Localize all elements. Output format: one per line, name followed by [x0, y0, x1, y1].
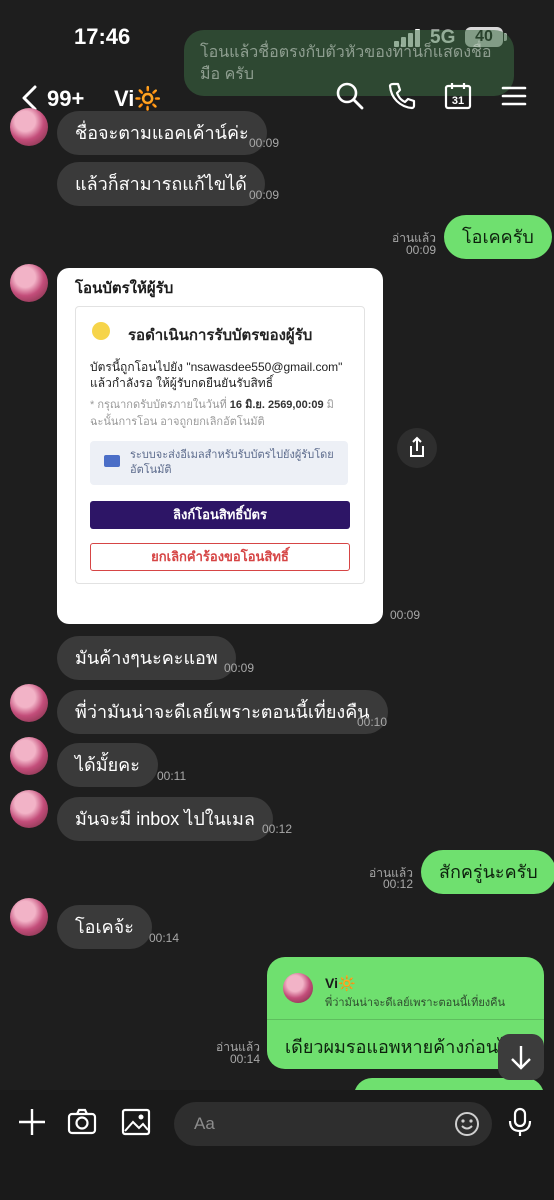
card-note: * กรุณากดรับบัตรภายในวันที่ 16 มิ.ย. 256… — [90, 397, 352, 431]
message-time: 00:12 — [262, 822, 293, 836]
quoted-name: Vi🔆 — [325, 975, 356, 991]
message-input[interactable]: Aa — [174, 1102, 492, 1146]
card-description: บัตรนี้ถูกโอนไปยัง "nsawasdee550@gmail.c… — [90, 360, 343, 390]
svg-text:31: 31 — [452, 95, 464, 107]
mail-icon — [104, 455, 120, 467]
transfer-card[interactable]: โอนบัตรให้ผู้รับ รอดำเนินการรับบัตรของผู… — [57, 268, 383, 624]
message-bubble[interactable]: ชื่อจะตามแอคเค้าน์ค่ะ — [57, 111, 267, 155]
card-status-title: รอดำเนินการรับบัตรของผู้รับ — [128, 327, 313, 344]
avatar[interactable] — [10, 264, 48, 302]
card-panel: รอดำเนินการรับบัตรของผู้รับ บัตรนี้ถูกโอ… — [75, 306, 365, 584]
message-bubble[interactable]: มันค้างๆนะคะแอพ — [57, 636, 236, 680]
message-time: 00:09 — [249, 136, 280, 150]
avatar[interactable] — [10, 108, 48, 146]
message-time: 00:12 — [382, 877, 413, 891]
microphone-icon[interactable] — [504, 1106, 536, 1138]
avatar[interactable] — [10, 898, 48, 936]
camera-icon[interactable] — [66, 1106, 98, 1138]
reply-text: เดียวผมรอแอพหายค้างก่อนได้ — [285, 1037, 519, 1057]
mail-notice: ระบบจะส่งอีเมลสำหรับรับบัตรไปยังผู้รับโด… — [90, 441, 348, 485]
message-bubble[interactable]: มันจะมี inbox ไปในเมล — [57, 797, 273, 841]
plus-icon[interactable] — [16, 1106, 48, 1138]
clock-icon — [92, 322, 110, 340]
card-title: โอนบัตรให้ผู้รับ — [75, 280, 174, 297]
quoted-avatar — [283, 973, 313, 1003]
message-bubble[interactable]: ได้มั้ยคะ — [57, 743, 158, 787]
phone-icon[interactable] — [386, 80, 418, 112]
message-time: 00:14 — [229, 1052, 260, 1066]
avatar[interactable] — [10, 737, 48, 775]
message-bubble[interactable]: โอเคครับ — [444, 215, 552, 259]
search-icon[interactable] — [334, 80, 366, 112]
cancel-transfer-button[interactable]: ยกเลิกคำร้องขอโอนสิทธิ์ — [90, 543, 350, 571]
scroll-down-icon[interactable] — [498, 1034, 544, 1080]
message-bubble[interactable]: พี่ว่ามันน่าจะดีเลย์เพราะตอนนี้เที่ยงคืน — [57, 690, 388, 734]
unread-count[interactable]: 99+ — [47, 86, 84, 112]
emoji-icon[interactable] — [454, 1111, 480, 1137]
message-time: 00:09 — [224, 661, 255, 675]
message-time: 00:14 — [149, 931, 180, 945]
card-note-date: 16 มิ.ย. 2569,00:09 — [229, 399, 324, 411]
share-icon[interactable] — [397, 428, 437, 468]
message-time: 00:11 — [157, 769, 187, 783]
avatar[interactable] — [10, 684, 48, 722]
menu-icon[interactable] — [498, 80, 530, 112]
avatar[interactable] — [10, 790, 48, 828]
message-time: 00:09 — [390, 608, 421, 622]
quoted-text: พี่ว่ามันน่าจะดีเลย์เพราะตอนนี้เที่ยงคืน — [325, 997, 506, 1009]
message-time: 00:09 — [405, 243, 436, 257]
chat-title[interactable]: Vi🔆 — [114, 86, 162, 112]
mail-notice-text: ระบบจะส่งอีเมลสำหรับรับบัตรไปยังผู้รับโด… — [130, 449, 334, 476]
message-bubble[interactable]: สักครู่นะครับ — [421, 850, 554, 894]
message-bubble[interactable]: โอเคจ้ะ — [57, 905, 152, 949]
message-time: 00:09 — [249, 188, 280, 202]
transfer-link-button[interactable]: ลิงก์โอนสิทธิ์บัตร — [90, 501, 350, 529]
calendar-icon[interactable]: 31 — [442, 80, 474, 112]
image-icon[interactable] — [120, 1106, 152, 1138]
quoted-message[interactable]: Vi🔆 พี่ว่ามันน่าจะดีเลย์เพราะตอนนี้เที่ย… — [267, 957, 544, 1020]
card-note-prefix: * กรุณากดรับบัตรภายในวันที่ — [90, 399, 230, 411]
message-time: 00:10 — [357, 715, 388, 729]
message-bubble[interactable]: แล้วก็สามารถแก้ไขได้ — [57, 162, 265, 206]
status-time: 17:46 — [74, 24, 131, 49]
input-placeholder: Aa — [194, 1114, 215, 1133]
